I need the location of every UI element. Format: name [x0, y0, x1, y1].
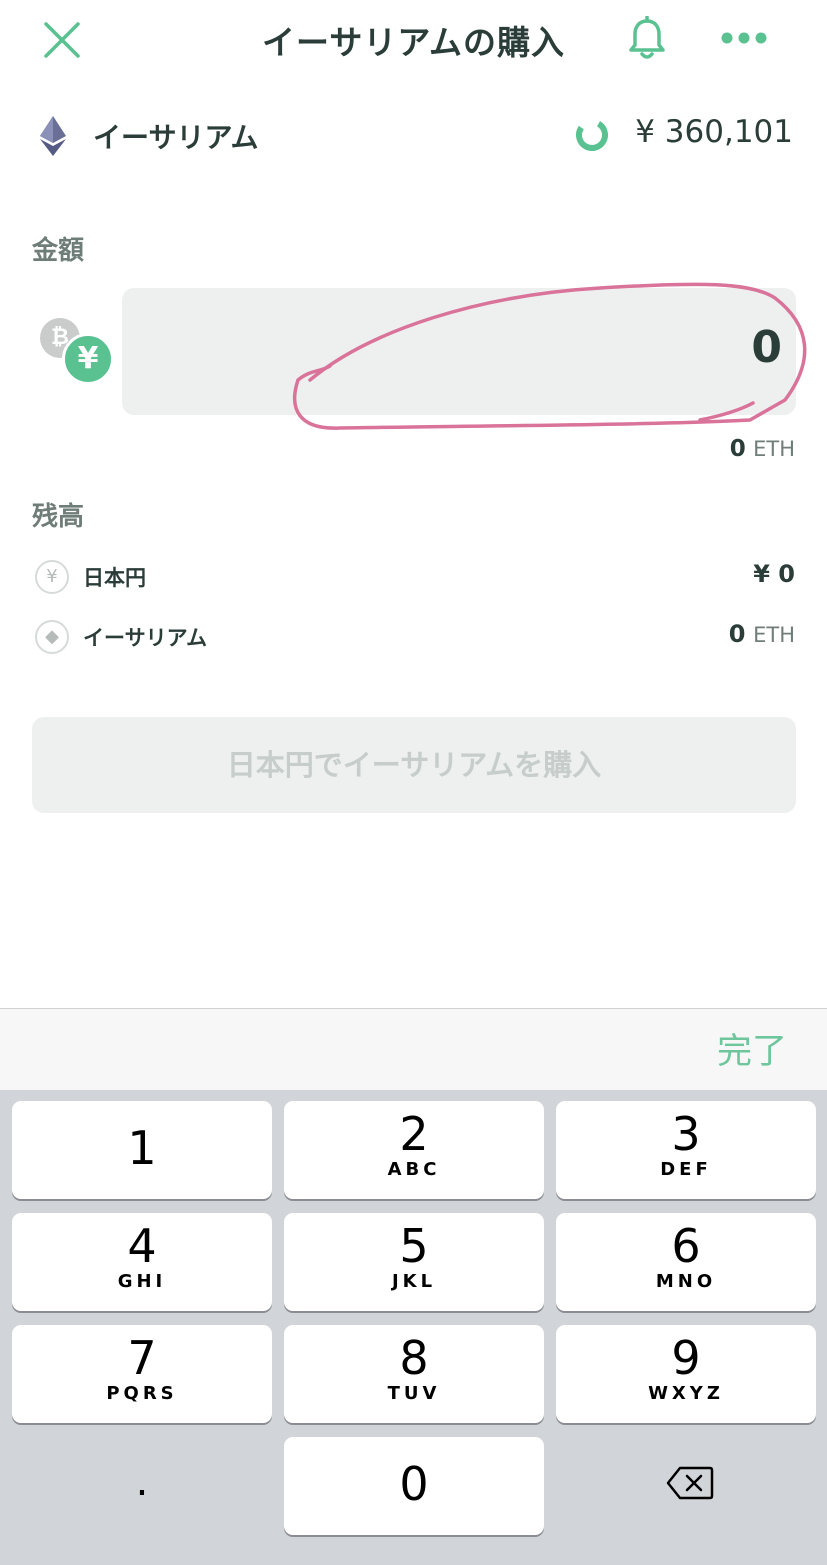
- amount-label: 金額: [32, 236, 85, 266]
- bell-icon: [629, 15, 665, 59]
- key-7[interactable]: 7 PQRS: [12, 1325, 272, 1423]
- balance-name: イーサリアム: [83, 626, 208, 650]
- balance-row-eth: ◆ イーサリアム 0 ETH: [0, 616, 827, 660]
- refresh-icon[interactable]: [574, 117, 610, 153]
- key-5[interactable]: 5 JKL: [284, 1213, 544, 1311]
- key-2[interactable]: 2 ABC: [284, 1101, 544, 1199]
- key-3[interactable]: 3 DEF: [556, 1101, 816, 1199]
- yen-icon: ¥: [35, 560, 69, 594]
- more-button[interactable]: [718, 22, 770, 54]
- amount-value: 0: [751, 322, 782, 373]
- backspace-icon: [666, 1466, 714, 1500]
- balance-name: 日本円: [83, 566, 146, 590]
- page-title: イーサリアムの購入: [261, 23, 566, 62]
- eth-equivalent: 0 ETH: [730, 436, 795, 462]
- notification-button[interactable]: [626, 15, 668, 62]
- done-button[interactable]: 完了: [717, 1023, 787, 1074]
- asset-name: イーサリアム: [93, 121, 259, 154]
- key-0[interactable]: 0: [284, 1437, 544, 1535]
- eth-equivalent-value: 0: [729, 436, 746, 462]
- buy-button[interactable]: 日本円でイーサリアムを購入: [32, 717, 796, 813]
- ethereum-icon: ◆: [35, 620, 69, 654]
- header: イーサリアムの購入: [0, 0, 827, 80]
- keyboard-accessory-bar: 完了: [0, 1008, 827, 1090]
- key-9[interactable]: 9 WXYZ: [556, 1325, 816, 1423]
- currency-switch-button[interactable]: ₿ ¥: [38, 316, 116, 388]
- key-1[interactable]: 1: [12, 1101, 272, 1199]
- yen-icon: ¥: [62, 333, 114, 385]
- key-8[interactable]: 8 TUV: [284, 1325, 544, 1423]
- key-decimal[interactable]: .: [12, 1437, 272, 1535]
- eth-equivalent-unit: ETH: [753, 437, 795, 461]
- key-4[interactable]: 4 GHI: [12, 1213, 272, 1311]
- asset-price: ¥ 360,101: [635, 114, 793, 150]
- numeric-keypad: 1 2 ABC 3 DEF 4 GHI 5 JKL 6 MNO 7 PQRS 8…: [0, 1090, 827, 1565]
- ethereum-icon: [40, 116, 66, 156]
- amount-input[interactable]: 0: [122, 288, 796, 415]
- balance-value: 0 ETH: [728, 620, 795, 648]
- asset-row: イーサリアム ¥ 360,101: [0, 104, 827, 168]
- balance-value: ¥ 0: [753, 560, 795, 588]
- balance-row-jpy: ¥ 日本円 ¥ 0: [0, 556, 827, 600]
- key-6[interactable]: 6 MNO: [556, 1213, 816, 1311]
- more-icon: [721, 32, 767, 44]
- balance-label: 残高: [32, 502, 85, 532]
- backspace-key[interactable]: [556, 1437, 816, 1535]
